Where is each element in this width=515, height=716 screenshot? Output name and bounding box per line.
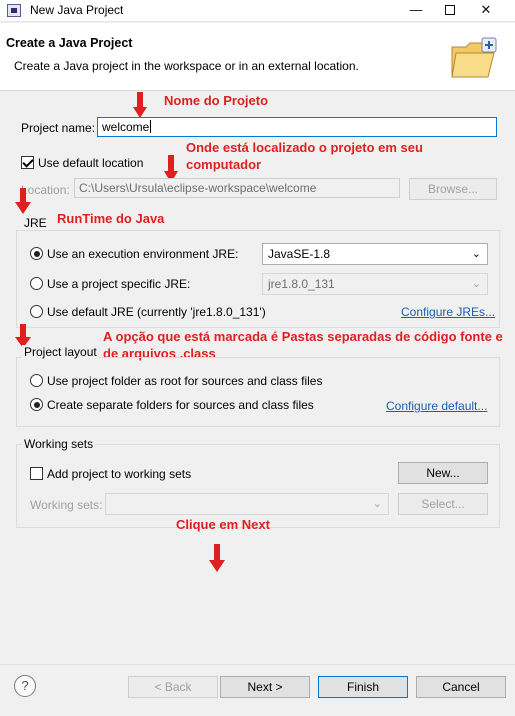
annotation-next: Clique em Next bbox=[176, 517, 270, 532]
annotation-arrow-icon bbox=[209, 544, 225, 572]
jre-group-title: JRE bbox=[22, 216, 49, 230]
location-input[interactable]: C:\Users\Ursula\eclipse-workspace\welcom… bbox=[74, 178, 400, 198]
annotation-arrow-icon bbox=[133, 92, 147, 118]
browse-button[interactable]: Browse... bbox=[409, 178, 497, 200]
jre-env-radio[interactable] bbox=[30, 247, 43, 260]
add-to-working-sets-label: Add project to working sets bbox=[47, 467, 192, 481]
layout-separate-radio[interactable] bbox=[30, 398, 43, 411]
project-name-input[interactable]: welcome bbox=[97, 117, 497, 137]
project-name-label: Project name: bbox=[21, 121, 96, 135]
banner-description: Create a Java project in the workspace o… bbox=[14, 59, 359, 73]
jre-specific-label: Use a project specific JRE: bbox=[47, 277, 191, 291]
jre-default-label: Use default JRE (currently 'jre1.8.0_131… bbox=[47, 305, 266, 319]
back-button[interactable]: < Back bbox=[128, 676, 218, 698]
jre-default-radio[interactable] bbox=[30, 305, 43, 318]
annotation-project-name: Nome do Projeto bbox=[164, 93, 269, 108]
add-to-working-sets-checkbox[interactable] bbox=[30, 467, 43, 480]
configure-default-link[interactable]: Configure default... bbox=[386, 399, 487, 413]
configure-jres-link[interactable]: Configure JREs... bbox=[401, 305, 495, 319]
project-name-value: welcome bbox=[102, 120, 150, 134]
jre-env-value: JavaSE-1.8 bbox=[268, 247, 331, 261]
chevron-down-icon: ⌄ bbox=[471, 248, 481, 260]
java-app-icon bbox=[7, 4, 21, 17]
next-button[interactable]: Next > bbox=[220, 676, 310, 698]
footer-separator bbox=[0, 664, 515, 665]
working-sets-title: Working sets bbox=[22, 437, 96, 451]
maximize-icon bbox=[445, 5, 455, 15]
use-default-location-label: Use default location bbox=[38, 156, 144, 170]
wizard-banner: Create a Java Project Create a Java proj… bbox=[0, 23, 515, 91]
annotation-arrow-icon bbox=[15, 188, 31, 214]
cancel-button[interactable]: Cancel bbox=[416, 676, 506, 698]
annotation-jre: RunTime do Java bbox=[57, 211, 165, 226]
layout-separate-label: Create separate folders for sources and … bbox=[47, 398, 314, 412]
new-project-folder-icon bbox=[451, 37, 497, 78]
layout-root-radio[interactable] bbox=[30, 374, 43, 387]
maximize-button[interactable] bbox=[430, 0, 470, 22]
title-bar: New Java Project — ✕ bbox=[0, 0, 515, 22]
finish-button[interactable]: Finish bbox=[318, 676, 408, 698]
project-layout-group bbox=[16, 357, 500, 427]
close-button[interactable]: ✕ bbox=[466, 0, 506, 22]
chevron-down-icon: ⌄ bbox=[471, 278, 481, 290]
jre-env-select[interactable]: JavaSE-1.8 ⌄ bbox=[262, 243, 488, 265]
select-working-sets-button[interactable]: Select... bbox=[398, 493, 488, 515]
new-working-set-button[interactable]: New... bbox=[398, 462, 488, 484]
working-sets-select[interactable]: ⌄ bbox=[105, 493, 389, 515]
layout-root-label: Use project folder as root for sources a… bbox=[47, 374, 323, 388]
working-sets-label: Working sets: bbox=[30, 498, 103, 512]
banner-title: Create a Java Project bbox=[6, 36, 133, 50]
project-layout-title: Project layout bbox=[22, 345, 99, 359]
jre-specific-select[interactable]: jre1.8.0_131 ⌄ bbox=[262, 273, 488, 295]
jre-specific-radio[interactable] bbox=[30, 277, 43, 290]
annotation-location: Onde está localizado o projeto em seu co… bbox=[186, 140, 423, 172]
chevron-down-icon: ⌄ bbox=[372, 498, 382, 510]
help-icon[interactable]: ? bbox=[14, 675, 36, 697]
use-default-location-checkbox[interactable] bbox=[21, 156, 34, 169]
window-title: New Java Project bbox=[30, 3, 124, 17]
jre-specific-value: jre1.8.0_131 bbox=[268, 277, 335, 291]
jre-env-label: Use an execution environment JRE: bbox=[47, 247, 239, 261]
